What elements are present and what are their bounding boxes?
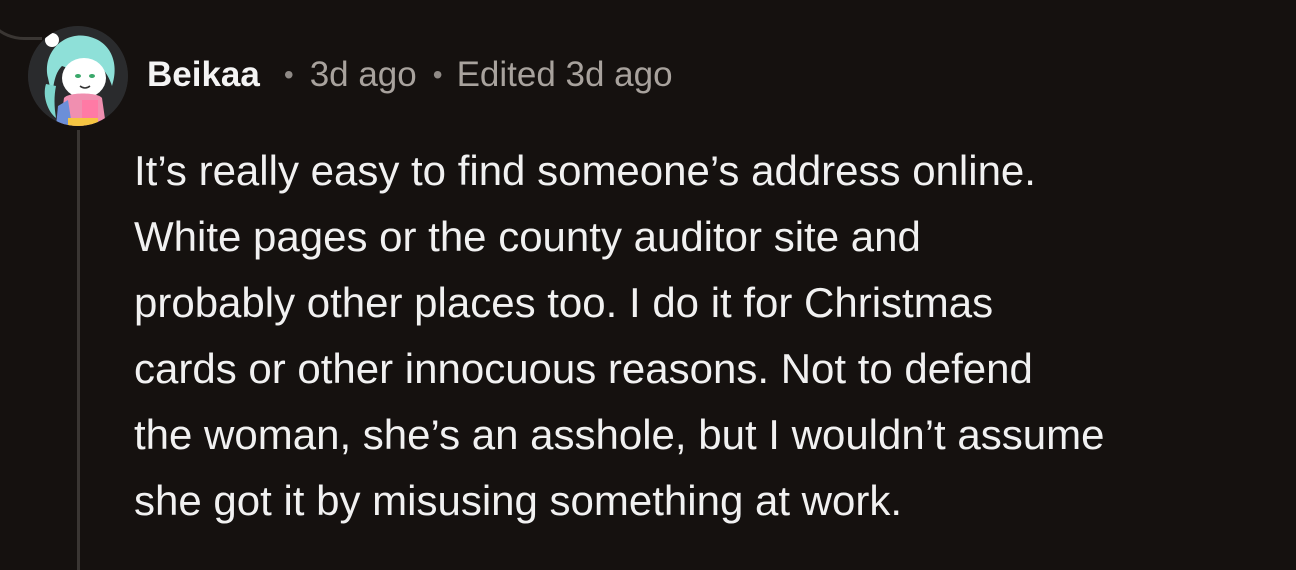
comment-timestamp[interactable]: 3d ago [310,55,417,95]
comment-line: the woman, she’s an asshole, but I would… [134,411,1105,458]
edited-label: Edited 3d ago [456,55,673,94]
comment-line: White pages or the county auditor site a… [134,213,921,260]
comment-body: It’s really easy to find someone’s addre… [134,138,1284,534]
avatar[interactable] [28,26,128,126]
meta-separator: • [283,59,294,90]
comment-line: she got it by misusing something at work… [134,477,903,524]
thread-collapse-line[interactable] [77,130,80,570]
author-username[interactable]: Beikaa [147,55,260,95]
comment-line: It’s really easy to find someone’s addre… [134,147,1036,194]
meta-separator: • [432,59,443,90]
user-avatar-icon [28,26,128,126]
comment-meta: Beikaa • 3d ago • Edited 3d ago [147,52,673,98]
comment-line: probably other places too. I do it for C… [134,279,994,326]
thread-connector-curve [0,0,42,40]
comment-line: cards or other innocuous reasons. Not to… [134,345,1033,392]
